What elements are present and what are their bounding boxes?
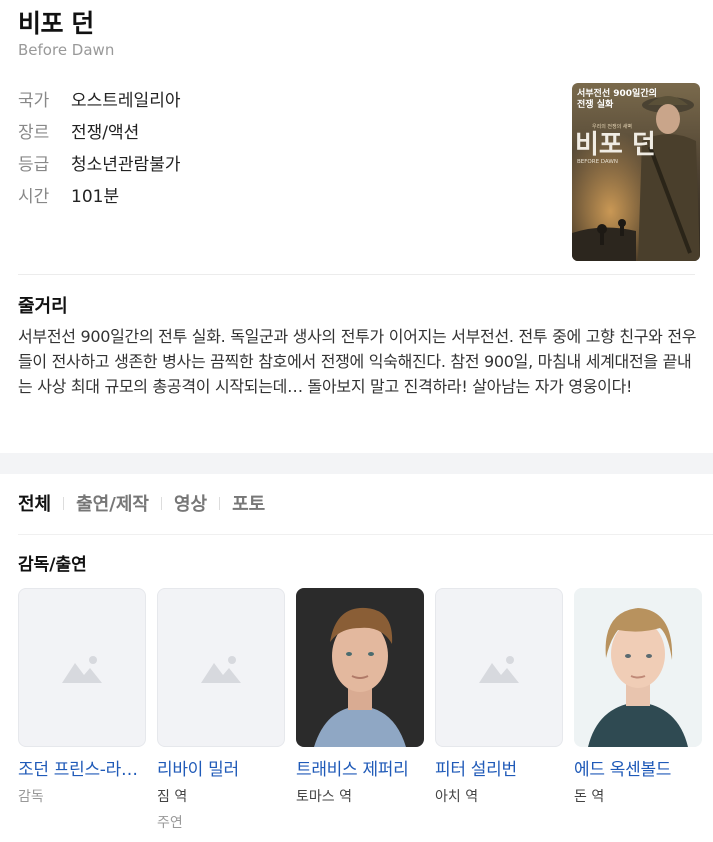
plot-heading: 줄거리 [18,296,68,317]
info-value: 전쟁/액션 [71,122,140,143]
movie-poster[interactable]: 서부전선 900일간의 전쟁 실화 우리의 전쟁의 새벽 비포 던 BEFORE… [572,83,700,261]
cast-role: 아치 역 [435,789,479,805]
image-placeholder-icon [479,655,519,683]
poster-small-text: 우리의 전쟁의 새벽 [592,123,632,130]
info-label: 시간 [18,186,50,207]
image-placeholder-icon [201,655,241,683]
poster-tagline: 서부전선 900일간의 [577,87,657,99]
tab-separator [63,496,65,510]
cast-photo-placeholder[interactable] [435,588,563,747]
tab-cast-crew[interactable]: 출연/제작 [76,490,149,516]
tab-separator [219,496,221,510]
actor-photo-image [296,588,424,747]
cast-item[interactable]: 조던 프린스-라이트 감독 [18,588,146,832]
cast-photo[interactable] [296,588,424,747]
info-value: 오스트레일리아 [71,90,181,111]
info-row-rating: 등급 청소년관람불가 [18,146,180,178]
cast-role: 토마스 역 [296,789,352,805]
poster-tagline-2: 전쟁 실화 [577,98,614,110]
cast-item[interactable]: 피터 설리번 아치 역 [435,588,563,832]
cast-item[interactable]: 에드 옥센볼드 돈 역 [574,588,702,832]
cast-role: 돈 역 [574,789,605,805]
poster-image: 서부전선 900일간의 전쟁 실화 우리의 전쟁의 새벽 비포 던 BEFORE… [572,83,700,261]
poster-title: 비포 던 [575,130,656,160]
cast-photo-placeholder[interactable] [157,588,285,747]
cast-section-heading: 감독/출연 [18,555,87,575]
poster-subtitle: BEFORE DAWN [577,159,618,165]
cast-role: 짐 역 [157,789,188,805]
image-placeholder-icon [62,655,102,683]
info-row-runtime: 시간 101분 [18,178,180,210]
original-title: Before Dawn [18,41,115,59]
cast-role: 감독 [18,789,44,805]
cast-photo-placeholder[interactable] [18,588,146,747]
cast-item[interactable]: 리바이 밀러 짐 역 주연 [157,588,285,832]
tab-photo[interactable]: 포토 [232,490,265,516]
cast-list: 조던 프린스-라이트 감독 리바이 밀러 짐 역 주연 트래비스 제퍼리 토마스… [18,588,713,832]
info-row-genre: 장르 전쟁/액션 [18,114,180,146]
info-value: 청소년관람불가 [71,154,181,175]
divider [18,534,713,535]
info-row-country: 국가 오스트레일리아 [18,82,180,114]
movie-title: 비포 던 [18,9,94,38]
plot-text: 서부전선 900일간의 전투 실화. 독일군과 생사의 전투가 이어지는 서부전… [18,327,697,396]
tab-video[interactable]: 영상 [174,490,207,516]
movie-info-list: 국가 오스트레일리아 장르 전쟁/액션 등급 청소년관람불가 시간 101분 [18,82,180,210]
actor-photo-image [574,588,702,747]
cast-name[interactable]: 리바이 밀러 [157,755,285,780]
cast-item[interactable]: 트래비스 제퍼리 토마스 역 [296,588,424,832]
cast-name[interactable]: 트래비스 제퍼리 [296,755,424,780]
tab-all[interactable]: 전체 [18,490,51,516]
info-label: 등급 [18,154,50,175]
info-label: 국가 [18,90,50,111]
tab-separator [160,496,162,510]
cast-name[interactable]: 에드 옥센볼드 [574,755,702,780]
cast-photo[interactable] [574,588,702,747]
info-value: 101분 [71,186,120,207]
tab-bar: 전체 출연/제작 영상 포토 [18,490,265,516]
cast-name[interactable]: 조던 프린스-라이트 [18,755,146,780]
info-label: 장르 [18,122,50,143]
divider [18,274,695,275]
cast-billing: 주연 [157,815,183,831]
cast-name[interactable]: 피터 설리번 [435,755,563,780]
